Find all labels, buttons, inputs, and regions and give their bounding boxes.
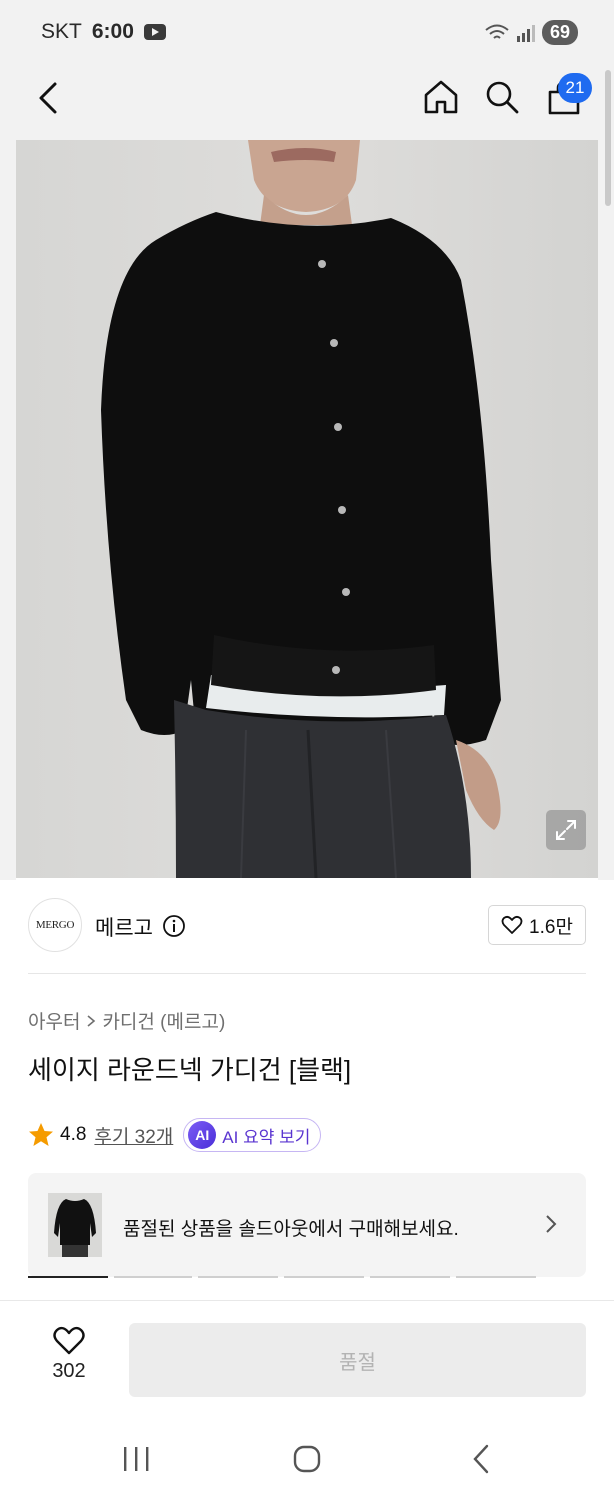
- ai-summary-label: AI 요약 보기: [222, 1127, 311, 1147]
- system-home-button[interactable]: [290, 1443, 324, 1475]
- battery-icon: 69: [541, 20, 578, 45]
- status-right: 69: [484, 20, 578, 45]
- clock: 6:00: [91, 20, 134, 43]
- brand-name[interactable]: 메르고: [95, 912, 153, 942]
- brand-like-button[interactable]: 1.6만: [488, 905, 586, 945]
- bottom-separator: [0, 1300, 614, 1301]
- tab-indicator: [28, 1276, 586, 1279]
- soldout-banner-text: 품절된 상품을 솔드아웃에서 구매해보세요.: [123, 1219, 459, 1240]
- rating-row: 4.8 후기 32개 AI AI 요약 보기: [28, 1118, 322, 1152]
- rating-value: 4.8: [60, 1124, 87, 1145]
- search-button[interactable]: [482, 76, 522, 118]
- recent-apps-button[interactable]: [120, 1443, 152, 1475]
- system-back-button[interactable]: [466, 1443, 496, 1475]
- chevron-right-icon: [87, 1014, 96, 1027]
- soldout-thumbnail: [48, 1193, 102, 1257]
- brand-logo[interactable]: MERGO: [28, 898, 82, 952]
- ai-icon: AI: [188, 1121, 217, 1149]
- youtube-icon: [143, 24, 166, 40]
- breadcrumb: 아우터 카디건 (메르고): [28, 1007, 225, 1034]
- wishlist-button[interactable]: 302: [36, 1326, 102, 1392]
- system-nav-bar: [0, 1415, 614, 1500]
- image-gutter-right: [598, 140, 614, 880]
- expand-icon: [556, 820, 576, 840]
- home-circle-icon: [293, 1445, 321, 1473]
- back-arrow-icon: [39, 82, 57, 114]
- product-image[interactable]: [16, 140, 598, 878]
- breadcrumb-subcategory[interactable]: 카디건 (메르고): [102, 1007, 225, 1034]
- signal-icon: [516, 24, 535, 42]
- heart-icon: [53, 1326, 85, 1355]
- expand-image-button[interactable]: [546, 810, 586, 850]
- wifi-icon: [485, 24, 509, 39]
- product-title: 세이지 라운드넥 가디건 [블랙]: [28, 1055, 352, 1085]
- heart-icon: [501, 915, 523, 934]
- divider: [28, 973, 586, 974]
- brand-like-count: 1.6만: [529, 916, 573, 938]
- home-button[interactable]: [420, 76, 462, 118]
- recent-apps-icon: [124, 1447, 149, 1471]
- carrier-label: SKT: [41, 20, 82, 43]
- chevron-right-icon: [546, 1215, 557, 1233]
- back-button[interactable]: [28, 78, 68, 118]
- cart-count-badge: 21: [558, 73, 592, 103]
- info-icon[interactable]: [162, 914, 186, 943]
- app-bar: [0, 64, 614, 140]
- star-icon: [29, 1123, 53, 1146]
- status-left: SKT 6:00: [41, 20, 166, 44]
- breadcrumb-category[interactable]: 아우터: [28, 1007, 80, 1034]
- scrollbar[interactable]: [605, 70, 611, 206]
- home-icon: [424, 80, 458, 114]
- search-icon: [486, 81, 519, 114]
- wishlist-count: 302: [52, 1360, 86, 1382]
- soldout-banner[interactable]: 품절된 상품을 솔드아웃에서 구매해보세요.: [28, 1173, 586, 1277]
- image-gutter-left: [0, 140, 16, 880]
- ai-summary-button[interactable]: AI AI 요약 보기: [183, 1118, 322, 1152]
- soldout-buy-button[interactable]: 품절: [129, 1323, 586, 1397]
- back-icon: [473, 1444, 489, 1474]
- product-photo: [101, 140, 501, 878]
- review-count-link[interactable]: 후기 32개: [94, 1122, 173, 1149]
- status-bar: SKT 6:00 69: [0, 0, 614, 64]
